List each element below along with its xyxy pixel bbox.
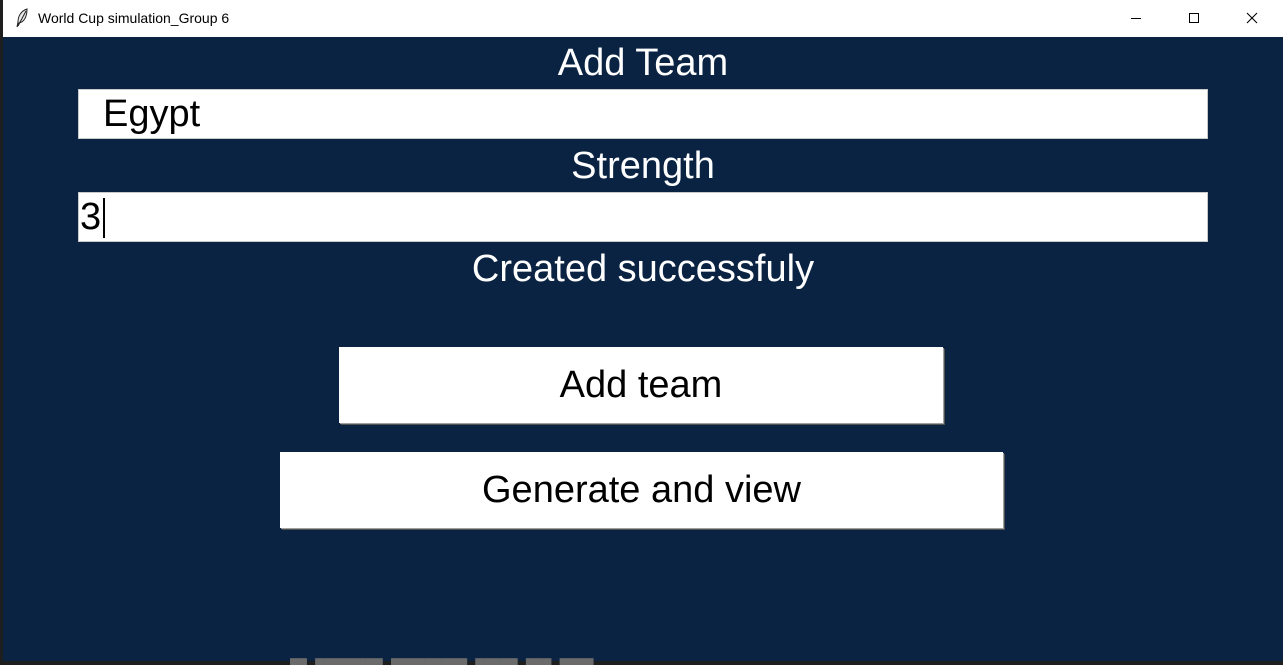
app-window: World Cup simulation_Group 6 Add Team Eg… [3,0,1283,661]
strength-value: 3 [80,196,102,238]
text-cursor [103,198,105,238]
close-button[interactable] [1223,0,1281,36]
strength-input[interactable]: 3 [78,192,1208,242]
status-message: Created successfuly [471,248,815,290]
add-team-button[interactable]: Add team [339,347,943,423]
team-name-input[interactable]: Egypt [78,89,1208,139]
strength-label: Strength [571,145,715,187]
background-console-text: ▄▄ ▄▄▄▄▄▄▄▄ ▄▄▄▄▄▄▄▄▄ ▄▄▄▄▄ ▄▄▄ ▄▄▄▄ [290,657,594,665]
team-name-value: Egypt [103,93,201,135]
close-icon [1246,12,1258,24]
window-title: World Cup simulation_Group 6 [38,10,230,26]
title-bar[interactable]: World Cup simulation_Group 6 [3,0,1283,37]
team-label: Add Team [557,42,729,84]
feather-icon [14,8,30,28]
maximize-icon [1188,12,1200,24]
minimize-button[interactable] [1107,0,1165,36]
generate-and-view-button[interactable]: Generate and view [280,452,1003,528]
maximize-button[interactable] [1165,0,1223,36]
minimize-icon [1130,12,1142,24]
